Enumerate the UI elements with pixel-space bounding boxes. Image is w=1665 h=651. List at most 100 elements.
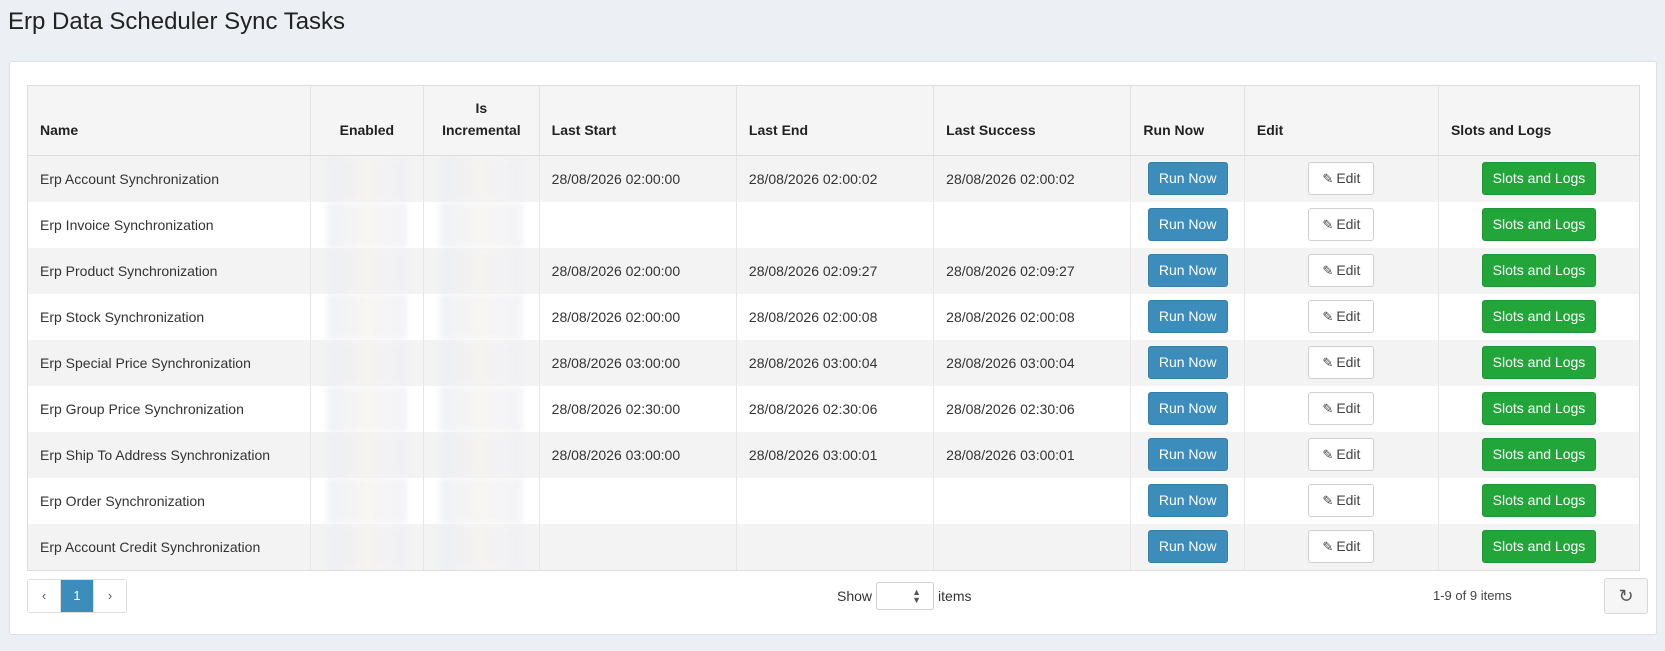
slots-and-logs-button[interactable]: Slots and Logs (1481, 162, 1596, 195)
last-start-cell (539, 477, 737, 524)
slots-and-logs-button[interactable]: Slots and Logs (1481, 484, 1596, 517)
edit-button[interactable]: ✎ Edit (1308, 530, 1375, 563)
is-incremental-cell (423, 431, 540, 478)
slots-and-logs-cell: Slots and Logs (1438, 477, 1639, 524)
run-now-cell: Run Now (1130, 247, 1245, 294)
column-header-is-incremental[interactable]: Is Incremental (423, 86, 540, 156)
header-row: Name Enabled Is Incremental Last Start L… (28, 86, 1639, 156)
edit-cell: ✎ Edit (1244, 293, 1439, 340)
slots-and-logs-button[interactable]: Slots and Logs (1481, 208, 1596, 241)
edit-cell: ✎ Edit (1244, 431, 1439, 478)
column-header-last-end[interactable]: Last End (736, 86, 935, 156)
task-name: Erp Ship To Address Synchronization (28, 431, 311, 478)
is-incremental-cell (423, 523, 540, 570)
run-now-button[interactable]: Run Now (1147, 162, 1228, 195)
last-end-cell (736, 477, 935, 524)
pencil-icon: ✎ (1322, 401, 1334, 416)
slots-and-logs-button[interactable]: Slots and Logs (1481, 254, 1596, 287)
task-name: Erp Account Credit Synchronization (28, 523, 311, 570)
edit-cell: ✎ Edit (1244, 155, 1439, 202)
slots-and-logs-cell: Slots and Logs (1438, 385, 1639, 432)
column-header-name[interactable]: Name (28, 86, 311, 156)
last-success-cell (933, 523, 1132, 570)
run-now-button[interactable]: Run Now (1147, 254, 1228, 287)
slots-and-logs-button[interactable]: Slots and Logs (1481, 530, 1596, 563)
last-start-cell: 28/08/2026 02:00:00 (539, 155, 737, 202)
enabled-cell (310, 431, 425, 478)
enabled-cell (310, 477, 425, 524)
last-end-cell: 28/08/2026 02:30:06 (736, 385, 935, 432)
edit-cell: ✎ Edit (1244, 201, 1439, 248)
column-header-is-incremental-line1: Is (475, 99, 488, 116)
slots-and-logs-button[interactable]: Slots and Logs (1481, 438, 1596, 471)
slots-and-logs-button[interactable]: Slots and Logs (1481, 300, 1596, 333)
table-row: Erp Stock Synchronization 28/08/2026 02:0… (28, 293, 1639, 340)
last-start-cell (539, 523, 737, 570)
grid-footer: ‹ 1 › Show ▲ ▼ items 1-9 of 9 items ↻ (27, 575, 1648, 615)
slots-and-logs-button[interactable]: Slots and Logs (1481, 346, 1596, 379)
blurred-value (440, 431, 523, 478)
edit-button[interactable]: ✎ Edit (1308, 438, 1375, 471)
column-header-slots-and-logs: Slots and Logs (1438, 86, 1639, 156)
run-now-button[interactable]: Run Now (1147, 530, 1228, 563)
last-end-cell: 28/08/2026 03:00:04 (736, 339, 935, 386)
run-now-button[interactable]: Run Now (1147, 484, 1228, 517)
task-name: Erp Account Synchronization (28, 155, 311, 202)
edit-cell: ✎ Edit (1244, 523, 1439, 570)
edit-cell: ✎ Edit (1244, 385, 1439, 432)
last-end-cell (736, 201, 935, 248)
column-header-last-start[interactable]: Last Start (539, 86, 737, 156)
last-start-cell: 28/08/2026 02:00:00 (539, 293, 737, 340)
is-incremental-cell (423, 339, 540, 386)
last-end-cell: 28/08/2026 02:09:27 (736, 247, 935, 294)
edit-button[interactable]: ✎ Edit (1308, 300, 1375, 333)
edit-button[interactable]: ✎ Edit (1308, 346, 1375, 379)
slots-and-logs-button[interactable]: Slots and Logs (1481, 392, 1596, 425)
edit-button-label: Edit (1336, 492, 1361, 508)
edit-button[interactable]: ✎ Edit (1308, 392, 1375, 425)
pencil-icon: ✎ (1322, 355, 1334, 370)
last-start-cell: 28/08/2026 03:00:00 (539, 339, 737, 386)
pencil-icon: ✎ (1322, 539, 1334, 554)
pencil-icon: ✎ (1322, 447, 1334, 462)
run-now-cell: Run Now (1130, 201, 1245, 248)
slots-and-logs-cell: Slots and Logs (1438, 201, 1639, 248)
edit-button[interactable]: ✎ Edit (1308, 484, 1375, 517)
enabled-cell (310, 155, 425, 202)
page-title: Erp Data Scheduler Sync Tasks (8, 8, 346, 35)
run-now-button[interactable]: Run Now (1147, 346, 1228, 379)
is-incremental-cell (423, 247, 540, 294)
sync-tasks-table: Name Enabled Is Incremental Last Start L… (28, 86, 1639, 570)
enabled-cell (310, 339, 425, 386)
refresh-button[interactable]: ↻ (1604, 578, 1648, 614)
enabled-cell (310, 385, 425, 432)
blurred-value (326, 247, 408, 294)
last-success-cell: 28/08/2026 02:00:08 (933, 293, 1132, 340)
task-name: Erp Order Synchronization (28, 477, 311, 524)
blurred-value (440, 247, 523, 294)
run-now-button[interactable]: Run Now (1147, 438, 1228, 471)
chevron-right-icon[interactable]: › (93, 580, 126, 612)
enabled-cell (310, 293, 425, 340)
task-name: Erp Stock Synchronization (28, 293, 311, 340)
run-now-button[interactable]: Run Now (1147, 208, 1228, 241)
run-now-button[interactable]: Run Now (1147, 300, 1228, 333)
column-header-enabled[interactable]: Enabled (310, 86, 425, 156)
chevron-left-icon[interactable]: ‹ (28, 580, 60, 612)
last-start-cell: 28/08/2026 02:00:00 (539, 247, 737, 294)
column-header-last-success[interactable]: Last Success (933, 86, 1132, 156)
last-end-cell: 28/08/2026 02:00:02 (736, 155, 935, 202)
table-row: Erp Account Synchronization 28/08/2026 02… (28, 155, 1639, 202)
column-header-run-now: Run Now (1130, 86, 1245, 156)
edit-button[interactable]: ✎ Edit (1308, 254, 1375, 287)
table-row: Erp Ship To Address Synchronization 28/08… (28, 431, 1639, 478)
page-size-select[interactable]: ▲ ▼ (876, 582, 935, 610)
item-count: 1-9 of 9 items (1433, 588, 1512, 603)
enabled-cell (310, 523, 425, 570)
run-now-button[interactable]: Run Now (1147, 392, 1228, 425)
is-incremental-cell (423, 477, 540, 524)
table-row: Erp Account Credit Synchronization Run No… (28, 523, 1639, 570)
page-number-button[interactable]: 1 (60, 580, 93, 612)
edit-button[interactable]: ✎ Edit (1308, 208, 1375, 241)
edit-button[interactable]: ✎ Edit (1308, 162, 1375, 195)
